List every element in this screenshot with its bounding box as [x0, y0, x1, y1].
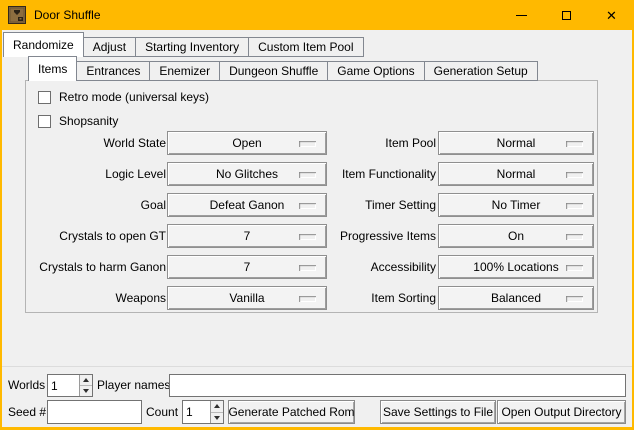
- dropdown-indicator-icon: [566, 203, 583, 209]
- generate-patched-rom-button[interactable]: Generate Patched Rom: [228, 400, 355, 424]
- goal-value: Defeat Ganon: [210, 198, 285, 212]
- goal-dropdown[interactable]: Defeat Ganon: [167, 193, 327, 217]
- window-controls: ✕: [499, 0, 634, 30]
- item-pool-label: Item Pool: [306, 131, 436, 155]
- count-label: Count: [146, 400, 178, 424]
- progressive-items-label: Progressive Items: [306, 224, 436, 248]
- crystals-gt-dropdown[interactable]: 7: [167, 224, 327, 248]
- seed-entry[interactable]: [47, 400, 142, 424]
- accessibility-value: 100% Locations: [473, 260, 558, 274]
- tab-randomize[interactable]: Randomize: [3, 32, 84, 57]
- world-state-label: World State: [26, 131, 166, 155]
- world-state-dropdown[interactable]: Open: [167, 131, 327, 155]
- timer-setting-value: No Timer: [492, 198, 541, 212]
- worlds-spinner[interactable]: [47, 374, 93, 397]
- window-title: Door Shuffle: [34, 8, 101, 22]
- checkbox-icon: [38, 115, 51, 128]
- seed-label: Seed #: [8, 400, 46, 424]
- spin-up-button[interactable]: [211, 401, 223, 413]
- logic-level-dropdown[interactable]: No Glitches: [167, 162, 327, 186]
- worlds-input[interactable]: [48, 375, 79, 396]
- door-shuffle-window: Door Shuffle ✕ Randomize Adjust Starting…: [0, 0, 634, 430]
- worlds-label: Worlds: [8, 374, 45, 397]
- maximize-button[interactable]: [544, 0, 589, 30]
- tab-enemizer[interactable]: Enemizer: [149, 61, 220, 81]
- door-icon: [8, 6, 26, 24]
- dropdown-indicator-icon: [566, 141, 583, 147]
- seed-input[interactable]: [48, 401, 141, 423]
- close-icon: ✕: [606, 9, 617, 22]
- count-spinner[interactable]: [182, 400, 224, 424]
- spin-down-button[interactable]: [80, 386, 92, 396]
- titlebar[interactable]: Door Shuffle ✕: [0, 0, 634, 30]
- retro-mode-checkbox[interactable]: Retro mode (universal keys): [38, 89, 209, 105]
- logic-level-label: Logic Level: [26, 162, 166, 186]
- shopsanity-label: Shopsanity: [59, 114, 118, 128]
- open-output-directory-button[interactable]: Open Output Directory: [497, 400, 626, 424]
- item-sorting-dropdown[interactable]: Balanced: [438, 286, 594, 310]
- spin-down-button[interactable]: [211, 413, 223, 424]
- triangle-up-icon: [83, 378, 89, 382]
- sub-tabbar: Items Entrances Enemizer Dungeon Shuffle…: [28, 56, 538, 81]
- item-functionality-value: Normal: [497, 167, 536, 181]
- triangle-down-icon: [214, 416, 220, 420]
- weapons-value: Vanilla: [229, 291, 264, 305]
- item-pool-value: Normal: [497, 136, 536, 150]
- weapons-label: Weapons: [26, 286, 166, 310]
- progressive-items-value: On: [508, 229, 524, 243]
- player-names-label: Player names: [97, 374, 170, 397]
- tab-custom-item-pool[interactable]: Custom Item Pool: [248, 37, 363, 57]
- shopsanity-checkbox[interactable]: Shopsanity: [38, 113, 118, 129]
- world-state-value: Open: [232, 136, 261, 150]
- minimize-button[interactable]: [499, 0, 544, 30]
- progressive-items-dropdown[interactable]: On: [438, 224, 594, 248]
- tab-items[interactable]: Items: [28, 56, 77, 81]
- dropdown-indicator-icon: [566, 296, 583, 302]
- triangle-down-icon: [83, 389, 89, 393]
- minimize-icon: [516, 15, 527, 16]
- save-settings-button[interactable]: Save Settings to File: [380, 400, 496, 424]
- crystals-ganon-label: Crystals to harm Ganon: [26, 255, 166, 279]
- spin-up-button[interactable]: [80, 375, 92, 386]
- player-names-input[interactable]: [170, 375, 625, 396]
- timer-setting-label: Timer Setting: [306, 193, 436, 217]
- crystals-ganon-value: 7: [244, 260, 251, 274]
- dropdown-indicator-icon: [566, 265, 583, 271]
- main-tabbar: Randomize Adjust Starting Inventory Cust…: [3, 32, 364, 57]
- accessibility-dropdown[interactable]: 100% Locations: [438, 255, 594, 279]
- tab-generation-setup[interactable]: Generation Setup: [424, 61, 538, 81]
- retro-mode-label: Retro mode (universal keys): [59, 90, 209, 104]
- weapons-dropdown[interactable]: Vanilla: [167, 286, 327, 310]
- count-input[interactable]: [183, 401, 210, 423]
- tab-game-options[interactable]: Game Options: [327, 61, 424, 81]
- notebook-bottom-divider: [2, 366, 632, 367]
- item-functionality-dropdown[interactable]: Normal: [438, 162, 594, 186]
- items-panel: Retro mode (universal keys) Shopsanity W…: [25, 80, 598, 313]
- maximize-icon: [562, 11, 571, 20]
- tab-adjust[interactable]: Adjust: [83, 37, 136, 57]
- crystals-ganon-dropdown[interactable]: 7: [167, 255, 327, 279]
- tab-entrances[interactable]: Entrances: [76, 61, 150, 81]
- triangle-up-icon: [214, 404, 220, 408]
- dropdown-indicator-icon: [566, 234, 583, 240]
- player-names-entry[interactable]: [169, 374, 626, 397]
- dropdown-indicator-icon: [566, 172, 583, 178]
- tab-dungeon-shuffle[interactable]: Dungeon Shuffle: [219, 61, 328, 81]
- goal-label: Goal: [26, 193, 166, 217]
- logic-level-value: No Glitches: [216, 167, 278, 181]
- checkbox-icon: [38, 91, 51, 104]
- crystals-gt-value: 7: [244, 229, 251, 243]
- worlds-spinner-arrows: [79, 375, 92, 396]
- accessibility-label: Accessibility: [306, 255, 436, 279]
- crystals-gt-label: Crystals to open GT: [26, 224, 166, 248]
- count-spinner-arrows: [210, 401, 223, 423]
- close-button[interactable]: ✕: [589, 0, 634, 30]
- tab-starting-inventory[interactable]: Starting Inventory: [135, 37, 249, 57]
- item-pool-dropdown[interactable]: Normal: [438, 131, 594, 155]
- item-sorting-value: Balanced: [491, 291, 541, 305]
- item-sorting-label: Item Sorting: [306, 286, 436, 310]
- item-functionality-label: Item Functionality: [306, 162, 436, 186]
- timer-setting-dropdown[interactable]: No Timer: [438, 193, 594, 217]
